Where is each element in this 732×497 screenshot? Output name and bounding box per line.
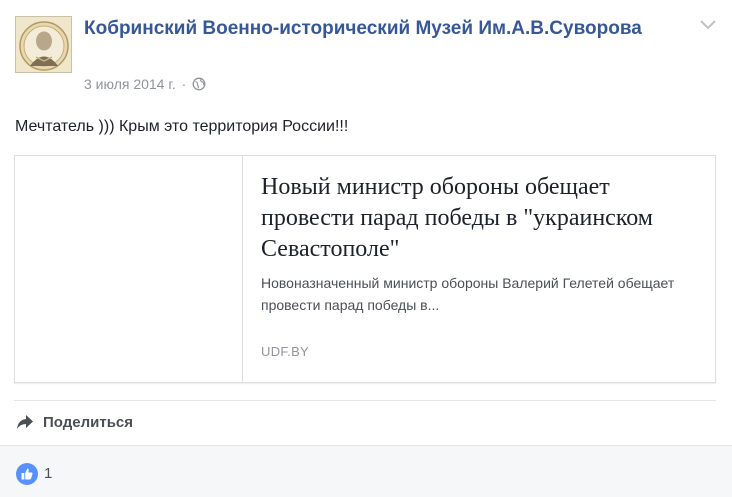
post-meta: 3 июля 2014 г. · <box>84 76 206 92</box>
link-preview-image[interactable] <box>15 156 243 382</box>
page-name-link[interactable]: Кобринский Военно-исторический Музей Им.… <box>84 16 684 42</box>
link-preview-domain: UDF.BY <box>261 344 310 359</box>
share-arrow-icon <box>15 412 35 432</box>
post-date[interactable]: 3 июля 2014 г. <box>84 76 176 92</box>
page-avatar[interactable] <box>15 16 72 73</box>
actions-divider <box>14 400 716 401</box>
facebook-post: Кобринский Военно-исторический Музей Им.… <box>0 0 732 497</box>
post-message: Мечтатель ))) Крым это территория России… <box>15 118 349 135</box>
link-preview-title[interactable]: Новый министр обороны обещает провести п… <box>261 172 701 265</box>
chevron-down-icon[interactable] <box>698 18 718 32</box>
like-count[interactable]: 1 <box>44 465 52 482</box>
thumbs-up-icon[interactable] <box>16 463 38 485</box>
globe-icon[interactable] <box>192 77 206 91</box>
share-label: Поделиться <box>43 413 134 431</box>
link-preview-card[interactable]: Новый министр обороны обещает провести п… <box>14 155 716 383</box>
link-preview-description: Новоназначенный министр обороны Валерий … <box>261 275 675 313</box>
share-button[interactable]: Поделиться <box>15 412 133 432</box>
reactions-footer: 1 <box>0 445 732 497</box>
meta-separator: · <box>181 76 187 92</box>
